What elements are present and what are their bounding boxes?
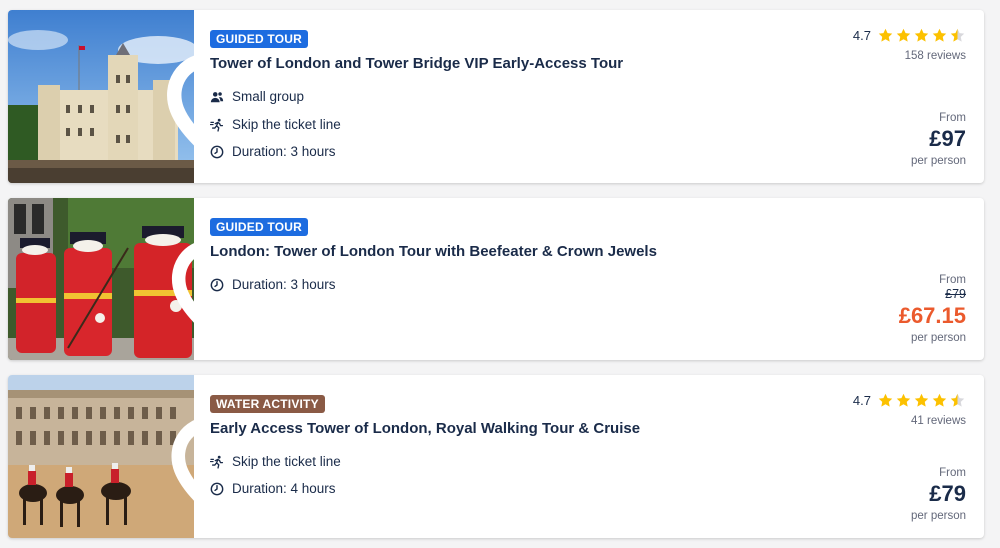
price-from-label: From bbox=[939, 112, 966, 124]
feature-label: Small group bbox=[232, 89, 305, 104]
price-unit: per person bbox=[911, 510, 966, 522]
price-from-label: From bbox=[939, 467, 966, 479]
feature-skip-line: Skip the ticket line bbox=[210, 117, 341, 132]
feature-small-group: Small group bbox=[210, 89, 304, 104]
feature-label: Duration: 3 hours bbox=[232, 277, 336, 292]
review-count[interactable]: 41 reviews bbox=[911, 415, 966, 427]
half-star-icon bbox=[950, 28, 965, 42]
beefeater-guards-photo[interactable] bbox=[8, 198, 194, 360]
price-block: From £79 £67.15 per person bbox=[899, 273, 966, 346]
star-icon bbox=[877, 27, 894, 44]
category-badge: GUIDED TOUR bbox=[210, 30, 308, 48]
group-icon bbox=[210, 90, 224, 104]
star-icon bbox=[895, 392, 912, 409]
rating: 4.7 bbox=[853, 27, 966, 44]
card-body: GUIDED TOUR Tower of London and Tower Br… bbox=[210, 10, 984, 183]
rating: 4.7 bbox=[853, 392, 966, 409]
star-icon bbox=[931, 27, 948, 44]
skip-line-icon bbox=[210, 455, 224, 469]
price-unit: per person bbox=[911, 332, 966, 344]
feature-label: Duration: 4 hours bbox=[232, 481, 336, 496]
feature-duration: Duration: 4 hours bbox=[210, 481, 336, 496]
feature-skip-line: Skip the ticket line bbox=[210, 454, 341, 469]
star-icon bbox=[913, 392, 930, 409]
rating-stars bbox=[877, 27, 966, 44]
discounted-price: £67.15 bbox=[898, 303, 966, 328]
activity-card[interactable]: WATER ACTIVITY Early Access Tower of Lon… bbox=[8, 375, 984, 538]
price-from-label: From bbox=[939, 274, 966, 286]
rating-stars bbox=[877, 392, 966, 409]
clock-icon bbox=[210, 278, 224, 292]
card-body: WATER ACTIVITY Early Access Tower of Lon… bbox=[210, 375, 984, 538]
activity-title[interactable]: Tower of London and Tower Bridge VIP Ear… bbox=[210, 55, 623, 72]
horse-guards-parade-photo[interactable] bbox=[8, 375, 194, 538]
favorite-heart-icon[interactable] bbox=[151, 28, 194, 183]
favorite-heart-icon[interactable] bbox=[151, 216, 194, 360]
category-badge: WATER ACTIVITY bbox=[210, 395, 325, 413]
price-unit: per person bbox=[911, 155, 966, 167]
activity-card[interactable]: GUIDED TOUR Tower of London and Tower Br… bbox=[8, 10, 984, 183]
price-block: From £79 per person bbox=[911, 466, 966, 524]
review-count[interactable]: 158 reviews bbox=[905, 50, 966, 62]
feature-label: Skip the ticket line bbox=[232, 117, 341, 132]
feature-duration: Duration: 3 hours bbox=[210, 144, 336, 159]
card-body: GUIDED TOUR London: Tower of London Tour… bbox=[210, 198, 984, 360]
skip-line-icon bbox=[210, 118, 224, 132]
rating-score: 4.7 bbox=[852, 28, 871, 43]
star-icon bbox=[877, 392, 894, 409]
clock-icon bbox=[210, 145, 224, 159]
original-price: £79 bbox=[945, 287, 966, 301]
star-icon bbox=[931, 392, 948, 409]
feature-label: Duration: 3 hours bbox=[232, 144, 336, 159]
star-icon bbox=[895, 27, 912, 44]
price-block: From £97 per person bbox=[911, 111, 966, 169]
clock-icon bbox=[210, 482, 224, 496]
half-star-icon bbox=[950, 393, 965, 407]
price-amount: £79 bbox=[929, 481, 966, 506]
feature-label: Skip the ticket line bbox=[232, 454, 341, 469]
feature-duration: Duration: 3 hours bbox=[210, 277, 336, 292]
rating-score: 4.7 bbox=[852, 393, 871, 408]
star-icon bbox=[913, 27, 930, 44]
activity-title[interactable]: London: Tower of London Tour with Beefea… bbox=[210, 243, 657, 260]
tower-of-london-photo[interactable] bbox=[8, 10, 194, 183]
activity-title[interactable]: Early Access Tower of London, Royal Walk… bbox=[210, 420, 640, 437]
price-amount: £97 bbox=[929, 126, 966, 151]
activity-card[interactable]: GUIDED TOUR London: Tower of London Tour… bbox=[8, 198, 984, 360]
favorite-heart-icon[interactable] bbox=[151, 393, 194, 538]
category-badge: GUIDED TOUR bbox=[210, 218, 308, 236]
